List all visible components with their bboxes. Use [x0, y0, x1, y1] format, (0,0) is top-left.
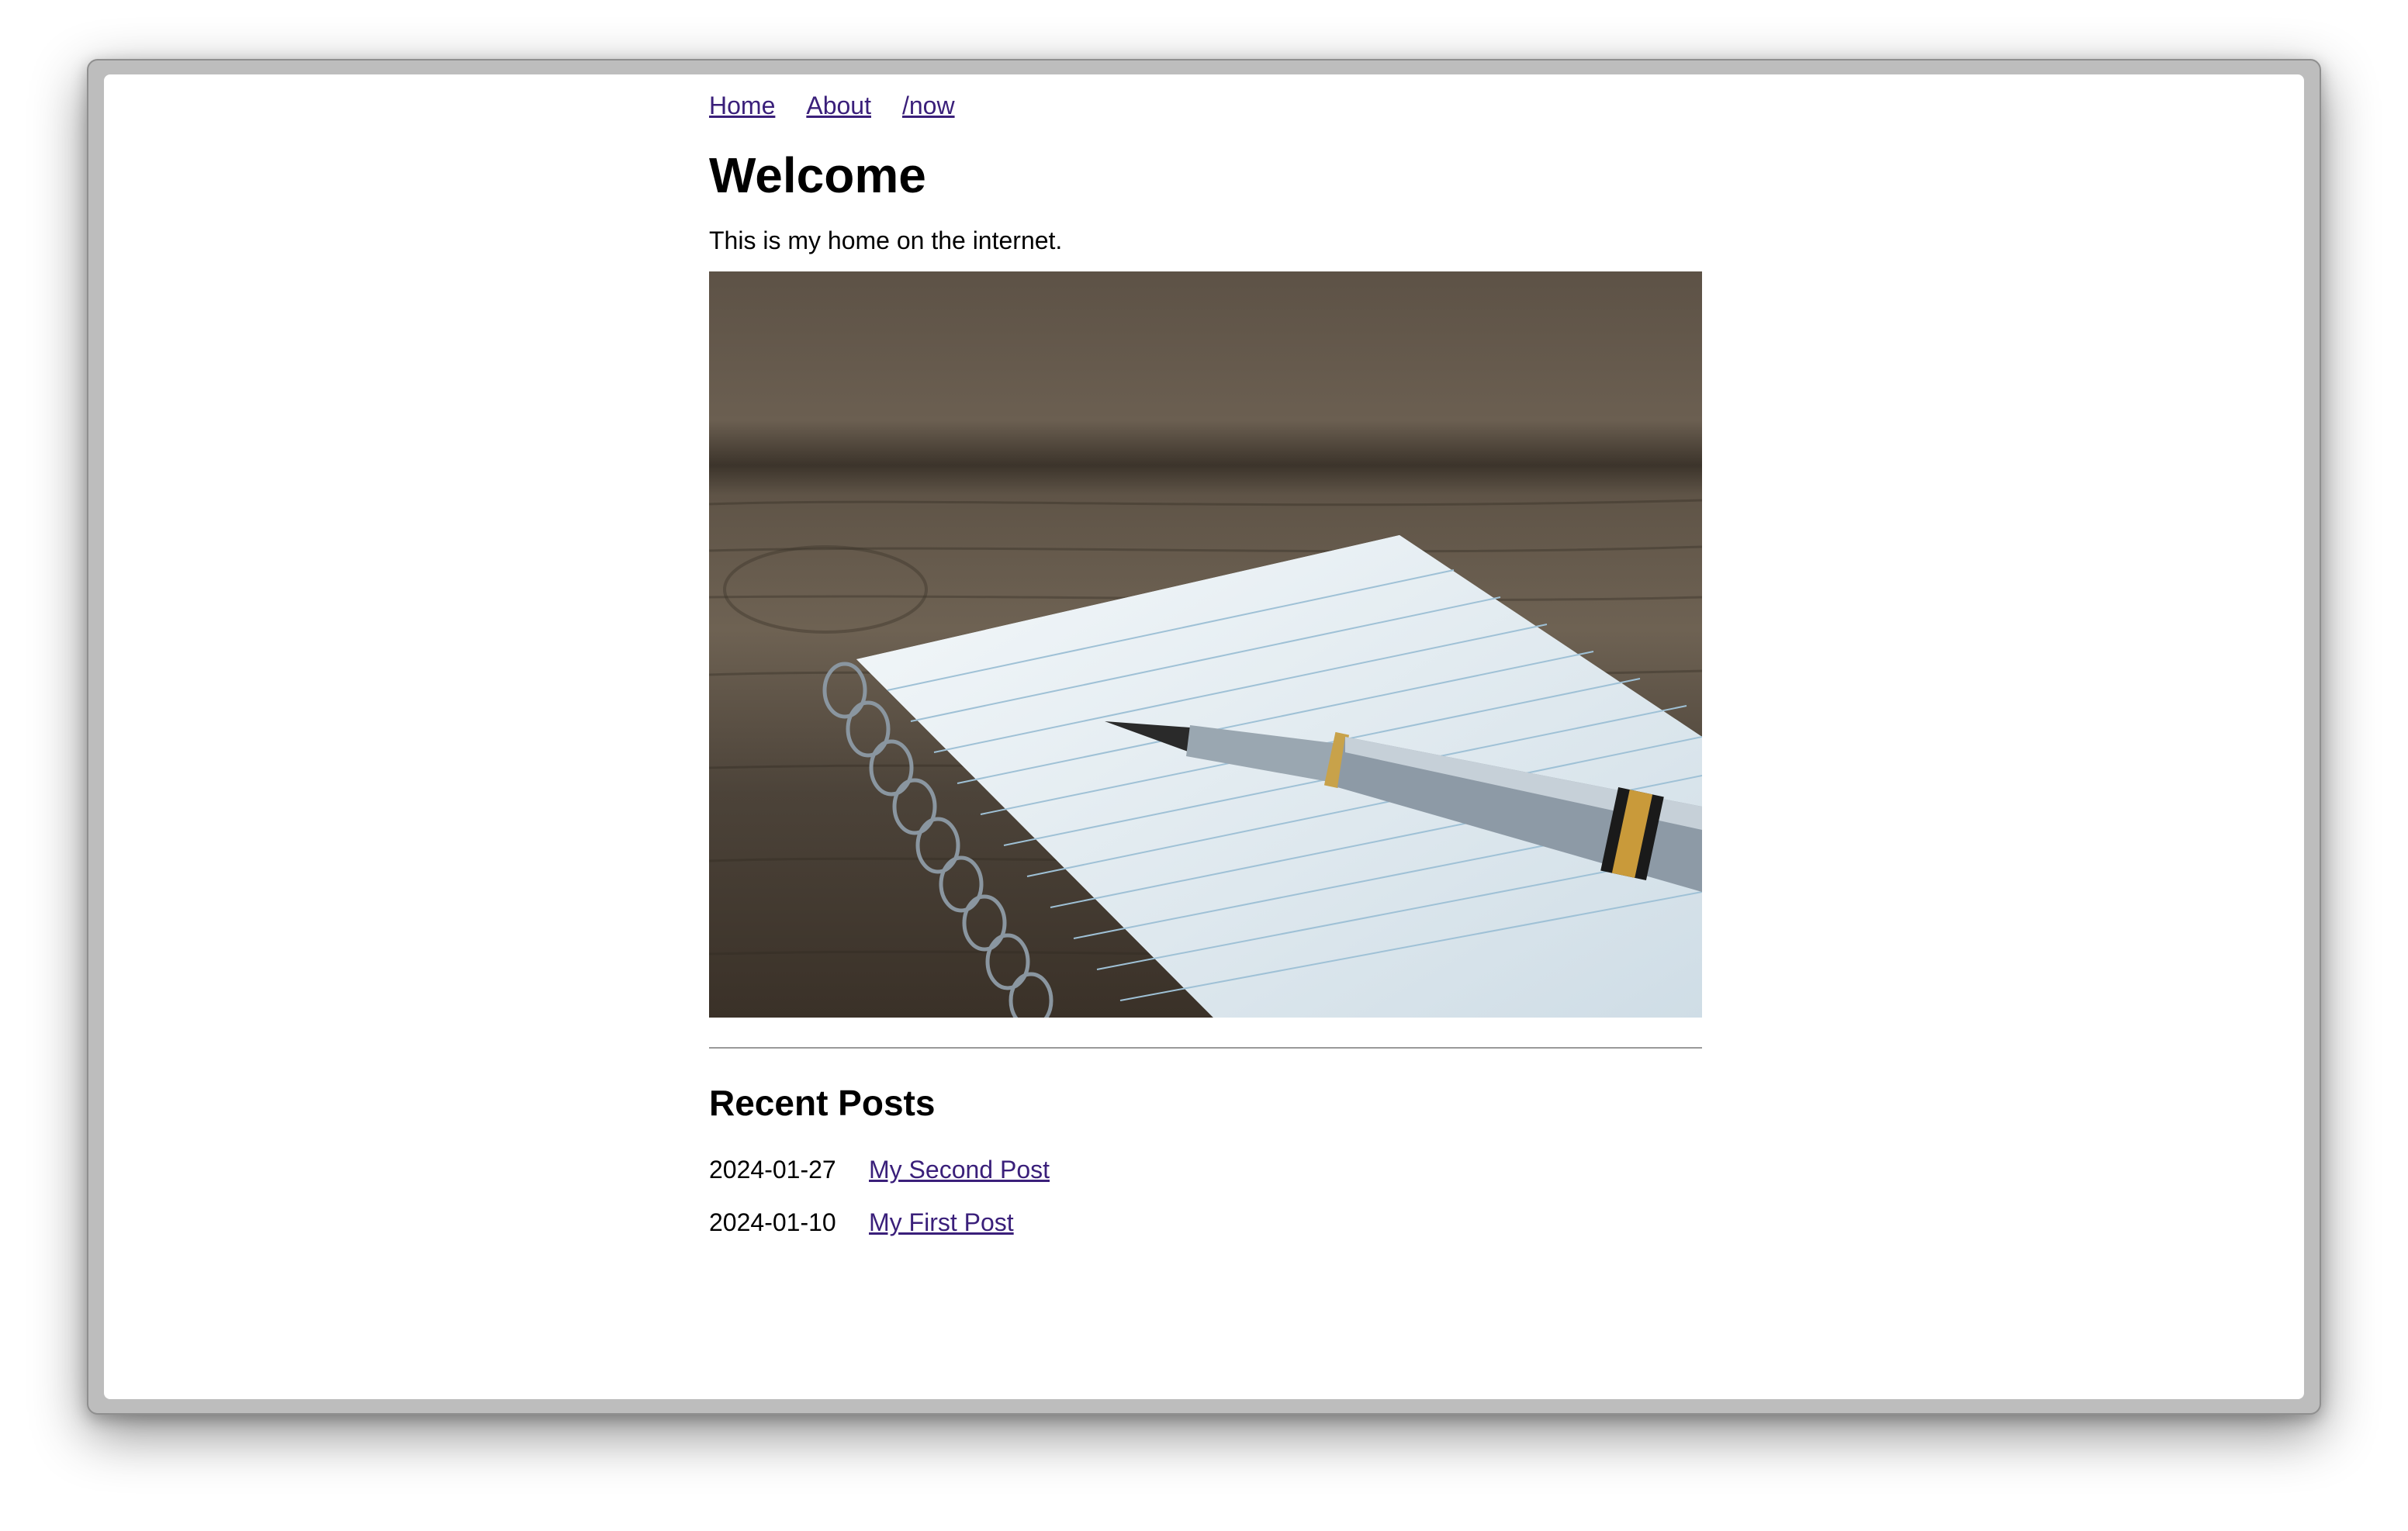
- list-item: 2024-01-27 My Second Post: [709, 1143, 1702, 1196]
- post-link[interactable]: My First Post: [869, 1204, 1014, 1241]
- section-divider: [709, 1047, 1702, 1049]
- intro-text: This is my home on the internet.: [709, 226, 1063, 254]
- nav-link-about[interactable]: About: [806, 87, 871, 124]
- notebook-pen-photo-icon: [709, 499, 1702, 1018]
- recent-posts-title: Recent Posts: [709, 1083, 936, 1123]
- page-title: Welcome: [709, 147, 926, 203]
- post-list: 2024-01-27 My Second Post 2024-01-10 My …: [709, 1143, 1702, 1249]
- nav-link-home[interactable]: Home: [709, 87, 775, 124]
- top-nav: Home About /now: [709, 87, 1702, 124]
- hero-image: [709, 271, 1702, 1018]
- post-date: 2024-01-10: [709, 1208, 836, 1236]
- post-date: 2024-01-27: [709, 1155, 836, 1184]
- browser-window: Home About /now Welcome This is my home …: [87, 59, 2321, 1415]
- page-viewport: Home About /now Welcome This is my home …: [104, 74, 2304, 1399]
- nav-link-now[interactable]: /now: [902, 87, 955, 124]
- list-item: 2024-01-10 My First Post: [709, 1196, 1702, 1249]
- page-content: Home About /now Welcome This is my home …: [709, 74, 1702, 1249]
- post-link[interactable]: My Second Post: [869, 1151, 1050, 1188]
